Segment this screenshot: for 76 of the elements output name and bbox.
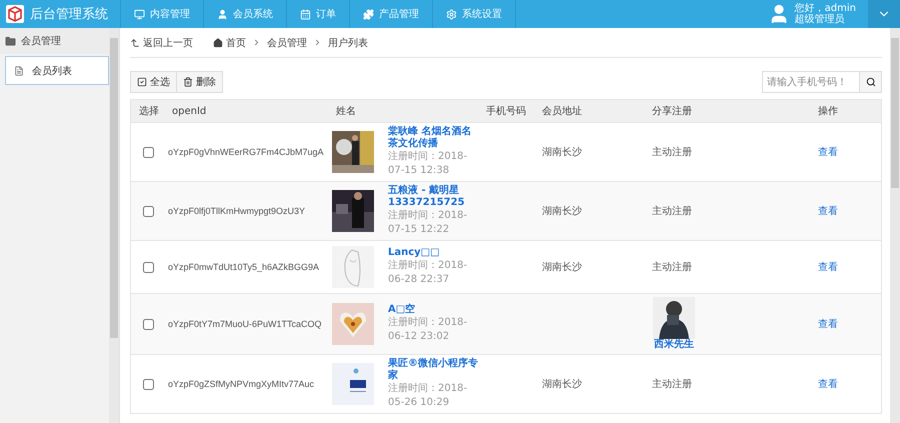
- table-cell-text: oYzpF0tY7m7MuoU-6PuW1TTcaCOQ: [167, 319, 323, 329]
- registration-time: 注册时间：2018-07-15 12:38: [388, 150, 468, 178]
- column-header: openId: [171, 106, 208, 116]
- table-cell-text: 湖南长沙: [541, 260, 583, 274]
- nav-item[interactable]: 系统设置: [432, 0, 515, 28]
- folder-icon: [5, 36, 16, 46]
- puzzle-icon: [363, 8, 374, 20]
- member-name-link[interactable]: 果匠®微信小程序专家: [388, 358, 478, 382]
- search-button[interactable]: [859, 72, 881, 92]
- view-link[interactable]: 查看: [804, 317, 881, 331]
- table-cell-text: 主动注册: [651, 204, 693, 218]
- member-name-link[interactable]: Lancy□□: [388, 247, 478, 259]
- column-header: 手机号码: [485, 104, 527, 118]
- monitor-icon: [134, 8, 145, 20]
- column-header: 操作: [817, 105, 839, 118]
- breadcrumb-item[interactable]: 用户列表: [328, 36, 368, 50]
- scrollbar[interactable]: [890, 28, 900, 423]
- app-title: 后台管理系统: [30, 6, 108, 23]
- row-checkbox[interactable]: [143, 146, 154, 158]
- toolbar-button[interactable]: 全选: [130, 71, 177, 93]
- search-icon: [866, 77, 876, 87]
- table-cell-text: 主动注册: [651, 260, 693, 274]
- registration-time: 注册时间：2018-07-15 12:22: [388, 209, 468, 237]
- breadcrumb-item[interactable]: 首页: [213, 36, 246, 50]
- document-icon: [14, 66, 24, 76]
- user-greeting: 您好，admin: [794, 3, 856, 14]
- calendar-icon: [300, 8, 311, 20]
- back-link[interactable]: 返回上一页: [130, 36, 193, 50]
- table-cell-text: 湖南长沙: [541, 146, 583, 159]
- nav-item[interactable]: 产品管理: [349, 0, 432, 28]
- table-cell-text: oYzpF0lfj0TllKmHwmypgt9OzU3Y: [167, 206, 306, 216]
- registration-time: 注册时间：2018-06-28 22:37: [388, 259, 468, 287]
- view-link[interactable]: 查看: [804, 377, 881, 391]
- scrollbar[interactable]: [109, 28, 119, 423]
- toolbar-button[interactable]: 删除: [176, 71, 223, 93]
- nav-item[interactable]: 内容管理: [120, 0, 203, 28]
- table-cell-text: oYzpF0gVhnWEerRG7Fm4CJbM7ugA: [167, 147, 325, 157]
- user-icon: [217, 8, 228, 20]
- trash-icon: [183, 77, 193, 87]
- row-checkbox[interactable]: [143, 262, 154, 272]
- column-header: 姓名: [335, 105, 357, 118]
- row-checkbox[interactable]: [143, 206, 154, 216]
- member-name-link[interactable]: 五粮液 - 戴明星 13337215725: [388, 185, 478, 209]
- column-header: 分享注册: [651, 104, 693, 118]
- table-cell-text: 湖南长沙: [541, 204, 583, 218]
- view-link[interactable]: 查看: [804, 204, 881, 218]
- table-cell-text: 主动注册: [651, 378, 693, 391]
- view-link[interactable]: 查看: [804, 145, 881, 159]
- nav-item[interactable]: 会员系统: [203, 0, 286, 28]
- row-checkbox[interactable]: [143, 378, 154, 390]
- cube-logo-icon: [5, 4, 25, 24]
- sidebar-group[interactable]: 会员管理: [0, 28, 109, 54]
- column-header: 选择: [138, 104, 160, 118]
- table-cell-text: oYzpF0gZSfMyNPVmgXyMItv77Auc: [167, 379, 316, 389]
- sidebar-item[interactable]: 会员列表: [5, 56, 109, 85]
- user-role: 超级管理员: [794, 14, 846, 25]
- registration-time: 注册时间：2018-05-26 10:29: [388, 382, 468, 410]
- column-header: 会员地址: [541, 104, 583, 118]
- settings-icon: [446, 8, 457, 20]
- table-cell-text: 湖南长沙: [541, 378, 583, 391]
- member-name-link[interactable]: A□空: [388, 304, 478, 316]
- view-link[interactable]: 查看: [804, 260, 881, 274]
- chevron-right-icon: [252, 38, 261, 47]
- back-icon: [130, 38, 140, 48]
- nav-item[interactable]: 订单: [286, 0, 349, 28]
- chevron-right-icon: [313, 38, 322, 47]
- registration-time: 注册时间：2018-06-12 23:02: [388, 316, 468, 344]
- checkbox-icon: [137, 77, 147, 87]
- search-field[interactable]: 请输入手机号码！: [762, 71, 882, 93]
- row-checkbox[interactable]: [143, 318, 154, 330]
- member-name-link[interactable]: 棠耿峰 名烟名酒名茶文化传播: [388, 126, 478, 150]
- referrer-link[interactable]: 西米先生: [654, 339, 694, 351]
- table-cell-text: oYzpF0mwTdUt10Ty5_h6AZkBGG9A: [167, 262, 320, 272]
- home-icon: [213, 38, 223, 48]
- table-cell-text: 主动注册: [651, 146, 693, 159]
- breadcrumb-item[interactable]: 会员管理: [267, 36, 307, 50]
